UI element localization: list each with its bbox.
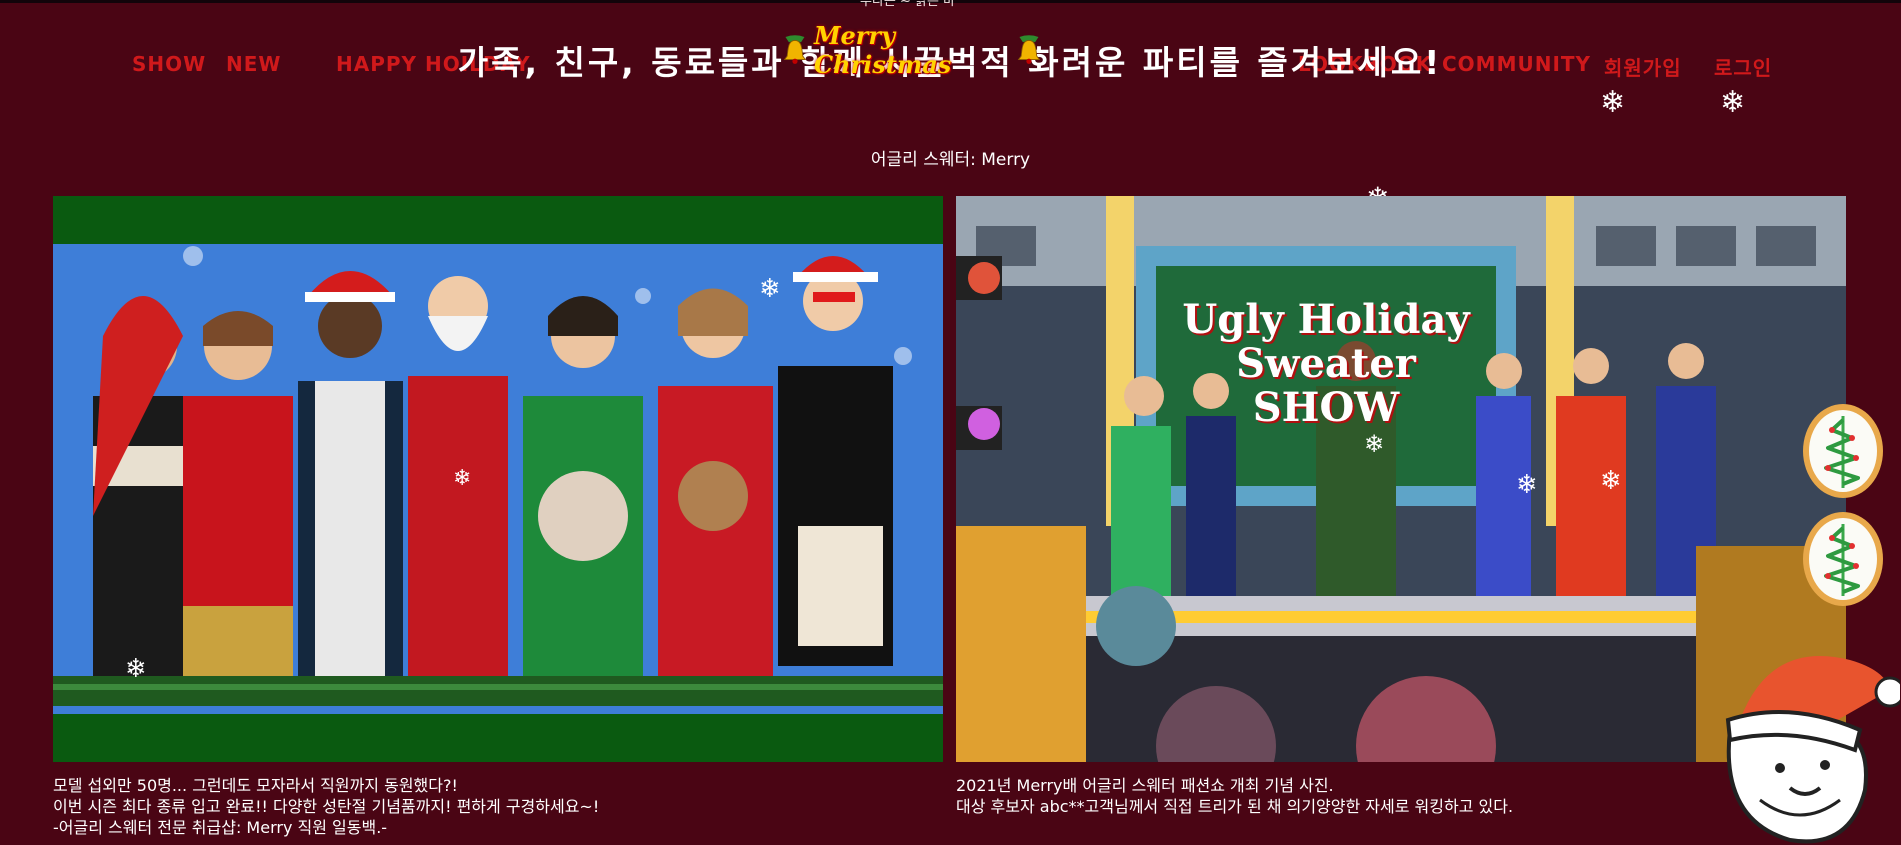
bell-icon [783,35,807,64]
photo-ugly-sweater-models: ❄ ❄ ❄ [53,196,943,762]
photo2-description: 2021년 Merry배 어글리 스웨터 패션쇼 개최 기념 사진. 대상 후보… [956,775,1513,817]
nav-item-signup[interactable]: 회원가입 [1604,52,1682,81]
snowflake-icon: ❄ [1516,470,1538,500]
santa-icon[interactable] [1700,640,1900,845]
nav-item-show[interactable]: SHOW [132,52,206,76]
snowflake-icon: ❄ [1720,85,1746,120]
snowflake-icon: ❄ [759,274,781,304]
snowflake-icon: ❄ [1364,430,1385,458]
photo1-description: 모델 섭외만 50명... 그런데도 모자라서 직원까지 동원했다?! 이번 시… [53,775,599,838]
snowflake-icon: ❄ [1600,466,1622,496]
bell-icon [1017,35,1041,64]
nav-item-login[interactable]: 로그인 [1714,52,1772,81]
show-sign-line: Ugly Holiday [1182,296,1470,343]
snowflake-icon: ❄ [125,654,147,684]
description-line: 2021년 Merry배 어글리 스웨터 패션쇼 개최 기념 사진. [956,776,1334,795]
section-caption: 어글리 스웨터: Merry [870,150,1031,170]
snowflake-icon: ❄ [1600,85,1626,120]
top-partial-text: 수다는 ~ 밝은 마 [860,0,956,9]
description-line: 대상 후보자 abc**고객님께서 직접 트리가 된 채 의기양양한 자세로 워… [956,797,1514,816]
merry-christmas-text: Merry Christmas [813,21,952,79]
snowflake-icon: ❄ [453,466,472,491]
tree-cookie-icon[interactable] [1802,510,1884,608]
show-sign-line: Sweater [1236,340,1416,387]
show-sign-line: SHOW [1252,384,1400,431]
show-sign: Ugly Holiday Sweater SHOW [1166,298,1486,430]
description-line: 이번 시즌 최다 종류 입고 완료!! 다양한 성탄절 기념품까지! 편하게 구… [53,797,600,816]
tree-cookie-icon[interactable] [1802,402,1884,500]
description-line: -어글리 스웨터 전문 취급샵: Merry 직원 일동백.- [53,818,388,837]
nav-item-new[interactable]: NEW [226,52,281,76]
merry-christmas-badge: Merry Christmas [782,21,1042,79]
description-line: 모델 섭외만 50명... 그런데도 모자라서 직원까지 동원했다?! [53,776,458,795]
